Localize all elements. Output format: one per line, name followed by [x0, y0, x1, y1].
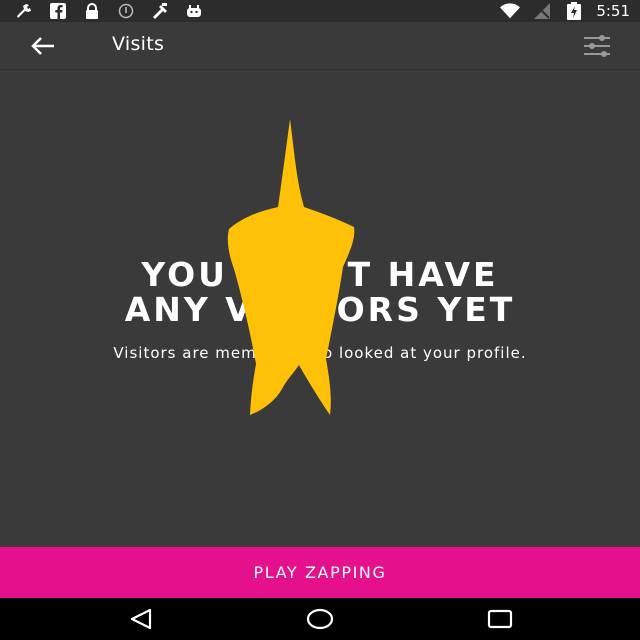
status-right: 5:51	[500, 2, 630, 20]
page-title: Visits	[112, 33, 165, 55]
app-bar: Visits	[0, 22, 640, 70]
home-circle-icon	[306, 608, 334, 630]
arrow-left-icon	[31, 37, 54, 55]
nav-home-button[interactable]	[305, 606, 335, 632]
status-left	[14, 3, 204, 19]
lock-icon	[82, 3, 102, 19]
nav-back-button[interactable]	[126, 606, 156, 632]
badoo-flame-logo	[227, 119, 355, 415]
signal-icon	[532, 3, 552, 19]
tools-icon	[150, 3, 170, 19]
back-button[interactable]	[28, 32, 58, 60]
wifi-icon	[500, 3, 521, 19]
facebook-icon	[48, 3, 68, 19]
empty-state: YOU DON'T HAVE ANY VISITORS YET Visitors…	[0, 71, 640, 547]
filter-button[interactable]	[580, 32, 614, 60]
status-bar: 5:51	[0, 0, 640, 22]
battery-charging-icon	[564, 2, 584, 20]
status-time: 5:51	[596, 2, 630, 20]
android-icon	[184, 3, 204, 19]
info-icon	[116, 3, 136, 19]
sliders-icon	[584, 35, 610, 57]
recents-square-icon	[487, 609, 513, 629]
back-triangle-icon	[130, 608, 152, 630]
system-nav-bar	[0, 598, 640, 640]
wrench-icon	[14, 3, 34, 19]
play-zapping-button[interactable]: PLAY ZAPPING	[0, 547, 640, 598]
nav-recents-button[interactable]	[485, 606, 515, 632]
